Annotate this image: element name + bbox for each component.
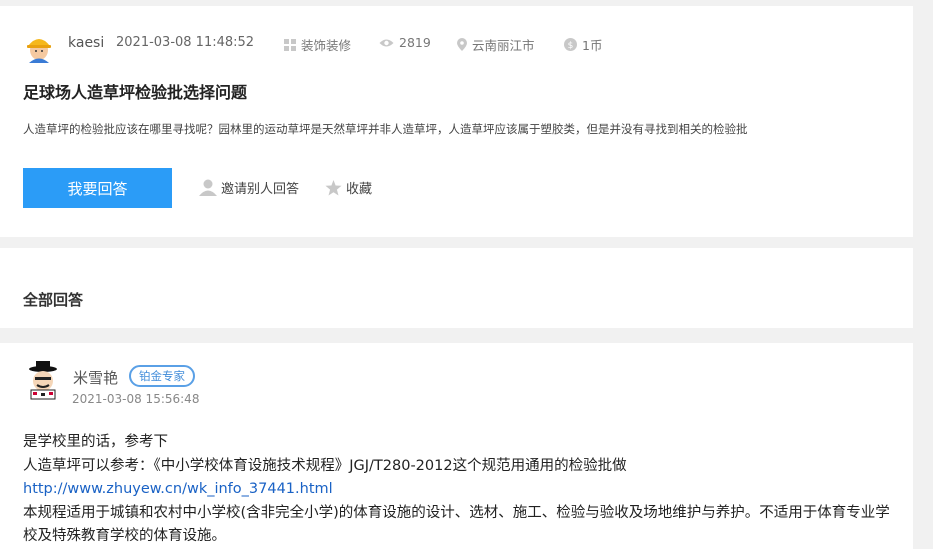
answer-line: 人造草坪可以参考：《中小学校体育设施技术规程》JGJ/T280-2012这个规范…: [23, 457, 627, 474]
category-tag[interactable]: 装饰装修: [284, 35, 351, 54]
question-card: kaesi 2021-03-08 11:48:52 装饰装修 2819 云南丽江…: [0, 6, 913, 237]
invite-button[interactable]: 邀请别人回答: [199, 178, 299, 197]
answer-line: 是学校里的话，参考下: [23, 434, 168, 450]
answer-time: 2021-03-08 15:56:48: [72, 392, 200, 406]
location: 云南丽江市: [457, 35, 535, 54]
post-time: 2021-03-08 11:48:52: [116, 35, 255, 50]
answerer-name[interactable]: 米雪艳: [73, 367, 118, 388]
favorite-label: 收藏: [346, 182, 373, 197]
section-title: 全部回答: [23, 291, 84, 309]
user-avatar[interactable]: [24, 30, 54, 64]
answer-button[interactable]: 我要回答: [23, 168, 172, 208]
view-count-value: 2819: [399, 35, 431, 50]
author-name[interactable]: kaesi: [68, 35, 104, 51]
all-answers-header: 全部回答: [0, 248, 913, 328]
answerer-avatar[interactable]: [23, 361, 63, 401]
eye-icon: [379, 38, 394, 48]
favorite-button[interactable]: 收藏: [325, 178, 372, 197]
star-icon: [325, 179, 342, 196]
svg-text:$: $: [568, 41, 574, 51]
location-label: 云南丽江市: [472, 38, 535, 53]
expert-badge: 铂金专家: [129, 365, 195, 387]
question-title: 足球场人造草坪检验批选择问题: [23, 83, 248, 102]
reward-label: 1币: [582, 38, 603, 53]
answer-body: 是学校里的话，参考下 人造草坪可以参考：《中小学校体育设施技术规程》JGJ/T2…: [23, 431, 893, 549]
question-body: 人造草坪的检验批应该在哪里寻找呢？园林里的运动草坪是天然草坪并非人造草坪，人造草…: [23, 122, 748, 136]
grid-icon: [284, 38, 296, 51]
answer-card: 米雪艳 铂金专家 2021-03-08 15:56:48 是学校里的话，参考下 …: [0, 343, 913, 549]
invite-label: 邀请别人回答: [221, 182, 300, 197]
user-icon: [199, 179, 217, 196]
category-label: 装饰装修: [301, 38, 352, 53]
reward: $ 1币: [564, 35, 602, 54]
answer-link[interactable]: http://www.zhuyew.cn/wk_info_37441.html: [23, 481, 333, 497]
coin-icon: $: [564, 38, 577, 51]
location-pin-icon: [457, 38, 467, 51]
answer-line: 本规程适用于城镇和农村中小学校(含非完全小学)的体育设施的设计、选材、施工、检验…: [23, 504, 890, 545]
view-count: 2819: [379, 35, 431, 50]
